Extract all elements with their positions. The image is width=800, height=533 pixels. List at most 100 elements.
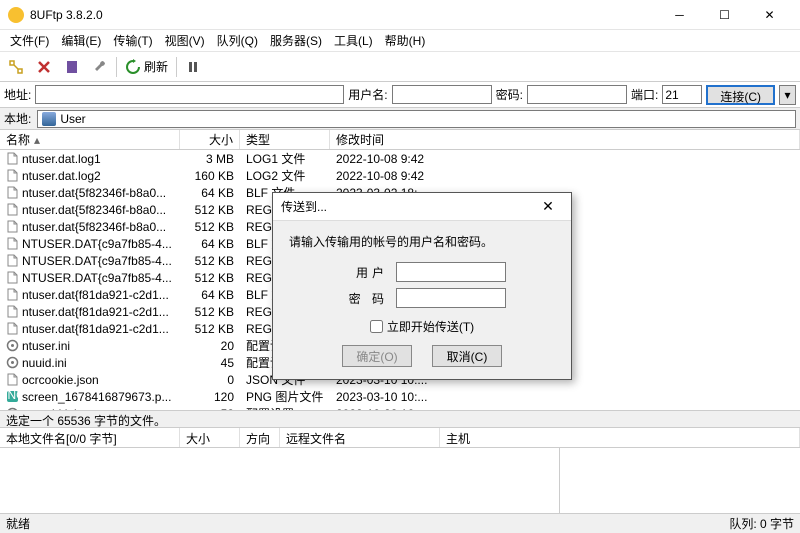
port-input[interactable]: [662, 85, 702, 104]
dialog-user-input[interactable]: [396, 262, 506, 282]
connect-dropdown[interactable]: ▾: [779, 85, 796, 105]
refresh-icon: [125, 59, 141, 75]
dialog-close-button[interactable]: ✕: [533, 198, 563, 215]
menu-transfer[interactable]: 传输(T): [107, 30, 158, 51]
addr-label: 地址:: [4, 86, 31, 103]
file-name: ntuser.dat{5f82346f-b8a0...: [22, 186, 166, 200]
file-row[interactable]: ntuser.dat.log13 MBLOG1 文件2022-10-08 9:4…: [0, 150, 800, 167]
dialog-pass-input[interactable]: [396, 288, 506, 308]
dialog-titlebar: 传送到... ✕: [273, 193, 571, 221]
pass-input[interactable]: [527, 85, 627, 104]
file-name: nuuid.ini: [22, 356, 67, 370]
file-size: 45: [180, 356, 240, 370]
file-name: ocrcookie.json: [22, 373, 99, 387]
queue-header: 本地文件名[0/0 字节] 大小 方向 远程文件名 主机: [0, 428, 800, 448]
local-path-text: User: [60, 112, 85, 126]
menu-bar: 文件(F) 编辑(E) 传输(T) 视图(V) 队列(Q) 服务器(S) 工具(…: [0, 30, 800, 52]
file-size: 512 KB: [180, 271, 240, 285]
menu-edit[interactable]: 编辑(E): [55, 30, 107, 51]
file-name: NTUSER.DAT{c9a7fb85-4...: [22, 237, 172, 251]
qcol-host[interactable]: 主机: [440, 428, 800, 447]
selection-status: 选定一个 65536 字节的文件。: [0, 410, 800, 428]
file-time: 2022-10-28 16:...: [330, 407, 800, 411]
file-size: 64 KB: [180, 237, 240, 251]
dialog-ok-button[interactable]: 确定(O): [342, 345, 412, 367]
col-time[interactable]: 修改时间: [330, 130, 800, 149]
file-size: 53: [180, 407, 240, 411]
user-folder-icon: [42, 112, 56, 126]
window-title: 8UFtp 3.8.2.0: [30, 8, 657, 22]
file-list-header: 名称 ▴ 大小 类型 修改时间: [0, 130, 800, 150]
transfer-dialog: 传送到... ✕ 请输入传输用的帐号的用户名和密码。 用户 密 码 立即开始传送…: [272, 192, 572, 380]
qcol-local[interactable]: 本地文件名[0/0 字节]: [0, 428, 180, 447]
pass-label: 密码:: [496, 86, 523, 103]
file-type: 配置设置: [240, 405, 330, 410]
local-path-field[interactable]: User: [37, 110, 796, 128]
status-queue: 队列: 0 字节: [729, 515, 794, 532]
qcol-dir[interactable]: 方向: [240, 428, 280, 447]
svg-text:PNG: PNG: [6, 390, 19, 402]
close-button[interactable]: ✕: [747, 1, 792, 29]
file-name: ntuser.dat{f81da921-c2d1...: [22, 288, 169, 302]
maximize-button[interactable]: ☐: [702, 1, 747, 29]
file-row[interactable]: PNGscreen_1678416879673.p...120PNG 图片文件2…: [0, 388, 800, 405]
file-time: 2022-10-08 9:42: [330, 152, 800, 166]
title-bar: 8UFtp 3.8.2.0 ─ ☐ ✕: [0, 0, 800, 30]
menu-view[interactable]: 视图(V): [159, 30, 211, 51]
file-size: 120: [180, 390, 240, 404]
menu-help[interactable]: 帮助(H): [379, 30, 432, 51]
file-size: 20: [180, 339, 240, 353]
app-icon: [8, 7, 24, 23]
file-size: 512 KB: [180, 220, 240, 234]
connect-button[interactable]: 连接(C): [706, 85, 775, 105]
user-input[interactable]: [392, 85, 492, 104]
file-row[interactable]: ntuser.dat.log2160 KBLOG2 文件2022-10-08 9…: [0, 167, 800, 184]
menu-tools[interactable]: 工具(L): [328, 30, 379, 51]
menu-file[interactable]: 文件(F): [4, 30, 55, 51]
minimize-button[interactable]: ─: [657, 1, 702, 29]
disconnect-icon[interactable]: [32, 55, 56, 79]
file-name: useruid.ini: [22, 407, 77, 411]
file-size: 64 KB: [180, 186, 240, 200]
file-name: screen_1678416879673.p...: [22, 390, 171, 404]
local-label: 本地:: [4, 110, 31, 127]
col-name[interactable]: 名称 ▴: [0, 130, 180, 149]
file-name: ntuser.dat{5f82346f-b8a0...: [22, 203, 166, 217]
sort-asc-icon: ▴: [34, 133, 40, 147]
book-icon[interactable]: [60, 55, 84, 79]
file-row[interactable]: useruid.ini 53配置设置2022-10-28 16:...: [0, 405, 800, 410]
col-type[interactable]: 类型: [240, 130, 330, 149]
menu-queue[interactable]: 队列(Q): [211, 30, 264, 51]
status-bar: 就绪 队列: 0 字节: [0, 513, 800, 533]
dialog-start-checkbox[interactable]: [370, 320, 383, 333]
toolbar: 刷新: [0, 52, 800, 82]
file-name: NTUSER.DAT{c9a7fb85-4...: [22, 254, 172, 268]
dialog-title: 传送到...: [281, 198, 533, 215]
dialog-cancel-button[interactable]: 取消(C): [432, 345, 502, 367]
file-name: ntuser.dat{f81da921-c2d1...: [22, 322, 169, 336]
wrench-icon[interactable]: [88, 55, 112, 79]
file-size: 512 KB: [180, 322, 240, 336]
connect-icon[interactable]: [4, 55, 28, 79]
file-name: ntuser.ini: [22, 339, 70, 353]
user-label: 用户名:: [348, 86, 387, 103]
port-label: 端口:: [631, 86, 658, 103]
file-time: 2023-03-10 10:...: [330, 390, 800, 404]
local-path-bar: 本地: User: [0, 108, 800, 130]
file-type: LOG2 文件: [240, 167, 330, 184]
menu-server[interactable]: 服务器(S): [264, 30, 328, 51]
dialog-checkbox-label: 立即开始传送(T): [387, 318, 474, 335]
col-size[interactable]: 大小: [180, 130, 240, 149]
file-size: 512 KB: [180, 203, 240, 217]
refresh-button[interactable]: 刷新: [121, 58, 172, 75]
file-size: 64 KB: [180, 288, 240, 302]
qcol-remote[interactable]: 远程文件名: [280, 428, 440, 447]
file-size: 160 KB: [180, 169, 240, 183]
file-time: 2022-10-08 9:42: [330, 169, 800, 183]
addr-input[interactable]: [35, 85, 344, 104]
pause-icon[interactable]: [181, 55, 205, 79]
file-type: LOG1 文件: [240, 150, 330, 167]
file-size: 3 MB: [180, 152, 240, 166]
file-name: ntuser.dat{f81da921-c2d1...: [22, 305, 169, 319]
qcol-size[interactable]: 大小: [180, 428, 240, 447]
